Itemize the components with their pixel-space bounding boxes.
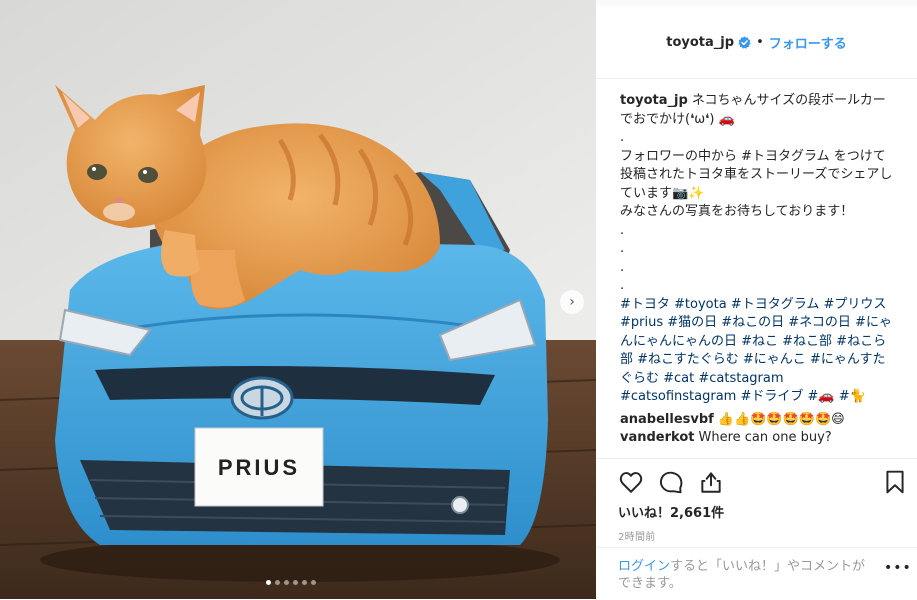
carousel-indicator bbox=[266, 580, 316, 585]
caption-hashtags[interactable]: #トヨタ #toyota #トヨタグラム #プリウス #prius #猫の日 #… bbox=[620, 296, 896, 407]
license-plate-text: PRIUS bbox=[218, 455, 300, 480]
login-text: ログインすると「いいね！」やコメントができます。 bbox=[618, 558, 878, 592]
caption-username[interactable]: toyota_jp bbox=[620, 93, 688, 108]
caption-line: . bbox=[620, 259, 625, 275]
comment-text: 👍👍🤩🤩🤩🤩🤩😄 bbox=[717, 411, 845, 427]
carousel-dot bbox=[266, 580, 271, 585]
carousel-dot bbox=[284, 580, 289, 585]
follow-button[interactable]: フォローする bbox=[769, 33, 847, 52]
comment-bubble-icon[interactable] bbox=[658, 469, 684, 495]
share-icon[interactable] bbox=[698, 469, 724, 495]
carousel-dot bbox=[311, 580, 316, 585]
post-header: toyota_jp • フォローする bbox=[596, 6, 917, 79]
like-heart-icon[interactable] bbox=[618, 469, 644, 495]
comment-row: anabellesvbf 👍👍🤩🤩🤩🤩🤩😄 bbox=[620, 411, 896, 430]
header-separator: • bbox=[756, 34, 764, 50]
caption-line: フォロワーの中から #トヨタグラム をつけて投稿されたトヨタ車をストーリーズでシ… bbox=[620, 148, 893, 201]
comments-list[interactable]: toyota_jp ネコちゃんサイズの段ボールカーでおでかけ(❛ω❛) 🚗 . フ… bbox=[620, 92, 896, 454]
caption-line: みなさんの写真をお待ちしております！ bbox=[620, 204, 854, 219]
caption-line: toyota_jp ネコちゃんサイズの段ボールカーでおでかけ(❛ω❛) 🚗 bbox=[620, 93, 886, 127]
carousel-dot bbox=[275, 580, 280, 585]
login-prompt: ログインすると「いいね！」やコメントができます。 bbox=[596, 547, 917, 600]
caption: toyota_jp ネコちゃんサイズの段ボールカーでおでかけ(❛ω❛) 🚗 . フ… bbox=[620, 92, 896, 407]
likes-count[interactable]: いいね！2,661件 bbox=[618, 502, 724, 521]
post-username[interactable]: toyota_jp bbox=[666, 35, 734, 50]
comment-text: Where can one buy? bbox=[698, 430, 832, 445]
login-link[interactable]: ログイン bbox=[618, 559, 670, 574]
carousel-next-button[interactable]: › bbox=[560, 290, 584, 314]
comment-username[interactable]: anabellesvbf bbox=[620, 412, 714, 427]
post-timestamp: 2時間前 bbox=[618, 532, 656, 543]
verified-badge-icon bbox=[738, 35, 751, 49]
comment-row: vanderkot Where can one buy? bbox=[620, 429, 896, 448]
comment-username[interactable]: vanderkot bbox=[620, 430, 694, 445]
post-side-panel: toyota_jp • フォローする toyota_jp ネコちゃんサイズの段ボー… bbox=[596, 0, 917, 599]
post-photo[interactable]: PRIUS › bbox=[0, 0, 596, 599]
caption-line: . bbox=[620, 278, 625, 293]
caption-line: . bbox=[620, 241, 625, 256]
carousel-dot bbox=[302, 580, 307, 585]
caption-line: . bbox=[620, 222, 625, 238]
carousel-dot bbox=[293, 580, 298, 585]
chevron-right-icon: › bbox=[569, 294, 575, 310]
cat-on-cardboard-car-image: PRIUS bbox=[0, 0, 596, 599]
save-bookmark-icon[interactable] bbox=[882, 469, 908, 495]
more-options-icon[interactable]: ••• bbox=[884, 560, 912, 576]
caption-line: . bbox=[620, 130, 625, 145]
